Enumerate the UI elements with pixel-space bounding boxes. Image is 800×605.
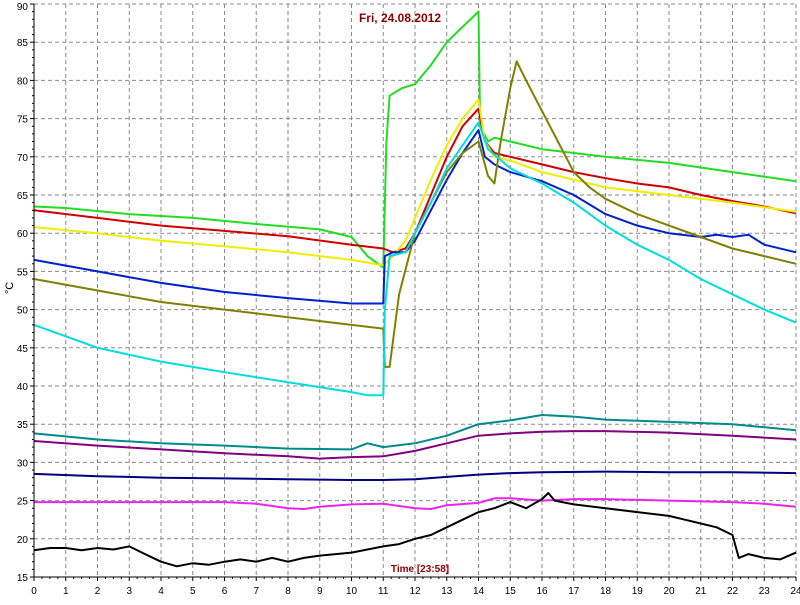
x-tick-label: 16 [536,586,548,597]
y-tick-label: 75 [17,115,29,126]
x-tick-label: 11 [378,586,389,597]
x-tick-label: 20 [663,586,675,597]
x-tick-label: 9 [317,586,323,597]
x-tick-label: 4 [158,586,164,597]
y-tick-label: 20 [17,535,29,546]
y-tick-label: 60 [17,229,29,240]
chart-svg: 0 1 2 3 4 5 6 7 8 9 10 11 12 13 14 15 16 17 18 19 20 21 22 23 24… [4,2,800,597]
x-tick-label: 23 [759,586,771,597]
y-tick-label: 90 [17,2,29,13]
grid-layer [34,3,797,577]
x-tick-label: 21 [695,586,707,597]
x-tick-label: 6 [222,586,228,597]
temperature-chart: 0 1 2 3 4 5 6 7 8 9 10 11 12 13 14 15 16 17 18 19 20 21 22 23 24… [0,0,800,600]
y-tick-label: 65 [17,191,29,202]
x-tick-label: 15 [505,586,517,597]
x-tick-label: 2 [95,586,101,597]
chart-title: Fri, 24.08.2012 [359,11,441,25]
x-tick-label: 7 [253,586,259,597]
x-tick-label: 0 [31,586,37,597]
x-tick-label: 12 [409,586,421,597]
x-tick-label: 3 [126,586,132,597]
y-tick-label: 15 [17,573,29,584]
x-tick-label: 17 [568,586,580,597]
x-tick-label: 14 [473,586,485,597]
y-tick-label: 70 [17,153,29,164]
y-tick-label: 40 [17,382,29,393]
y-tick-label: 30 [17,458,29,469]
x-tick-label: 1 [63,586,69,597]
x-tick-label: 18 [600,586,612,597]
y-tick-label: 45 [17,344,29,355]
x-tick-label: 24 [790,586,800,597]
x-axis-label: Time [23:58] [391,564,449,575]
y-tick-label: 85 [17,38,29,49]
x-tick-label: 13 [441,586,453,597]
y-tick-label: 35 [17,420,29,431]
y-tick-label: 80 [17,76,29,87]
y-tick-label: 50 [17,306,29,317]
x-tick-label: 19 [632,586,644,597]
y-tick-label: 25 [17,497,29,508]
x-tick-label: 8 [285,586,291,597]
y-axis-label: °C [4,282,16,294]
y-tick-label: 55 [17,267,29,278]
x-tick-label: 22 [727,586,739,597]
x-tick-label: 10 [346,586,358,597]
x-tick-label: 5 [190,586,196,597]
